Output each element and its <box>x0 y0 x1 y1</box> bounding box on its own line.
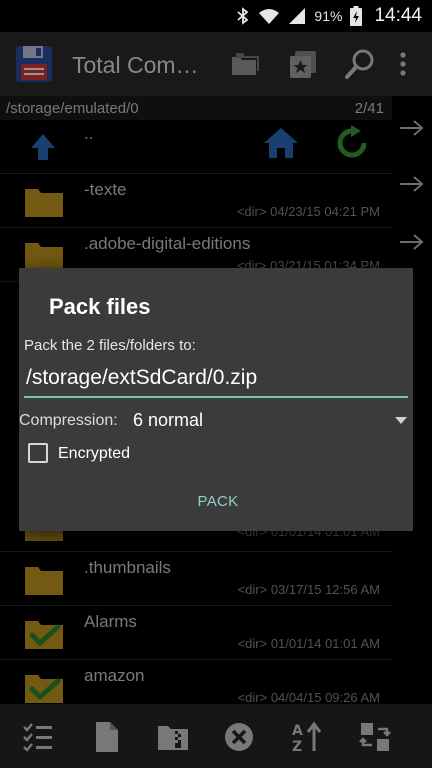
pack-button[interactable]: PACK <box>183 484 253 520</box>
dropdown-arrow-icon <box>395 417 407 424</box>
pack-files-dialog: Pack files Pack the 2 files/folders to: … <box>19 268 413 531</box>
compression-label: Compression: <box>19 412 118 429</box>
signal-icon <box>289 8 306 24</box>
status-bar: 91% 14:44 <box>0 0 432 32</box>
encrypted-checkbox[interactable] <box>28 443 48 463</box>
dialog-title: Pack files <box>49 294 151 319</box>
battery-percent: 91% <box>314 8 343 24</box>
encrypted-label[interactable]: Encrypted <box>58 445 130 463</box>
battery-charging-icon <box>350 6 363 26</box>
bluetooth-icon <box>237 7 249 25</box>
wifi-icon <box>259 9 280 24</box>
compression-value: 6 normal <box>133 410 204 430</box>
clock: 14:44 <box>374 5 422 26</box>
target-path-input[interactable] <box>24 360 408 398</box>
compression-dropdown[interactable]: 6 normal <box>131 408 413 434</box>
status-icons: 91% 14:44 <box>236 0 422 32</box>
dialog-prompt: Pack the 2 files/folders to: <box>24 337 196 354</box>
